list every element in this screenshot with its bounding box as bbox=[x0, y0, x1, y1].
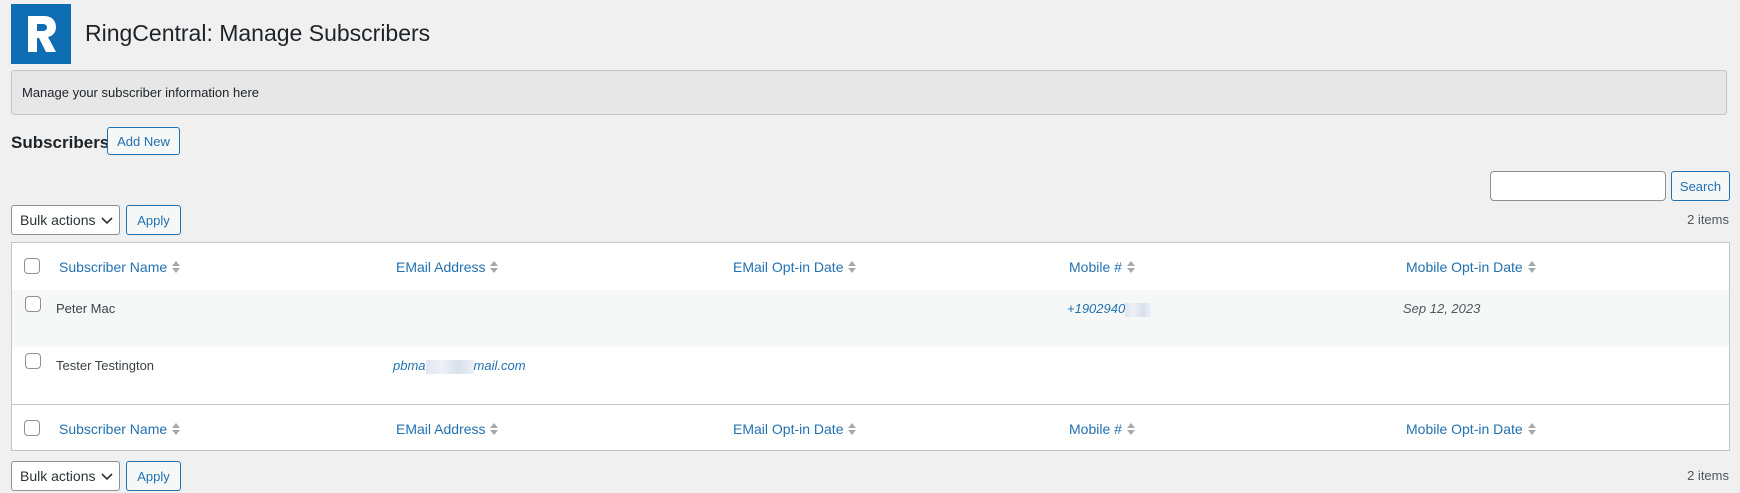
column-label: Mobile Opt-in Date bbox=[1406, 258, 1523, 275]
table-row: Peter Mac +1902940 Sep 12, 2023 bbox=[12, 290, 1729, 347]
select-all-checkbox[interactable] bbox=[24, 420, 40, 436]
column-label: EMail Opt-in Date bbox=[733, 258, 844, 275]
table-footer: Subscriber Name EMail Address EMail Opt-… bbox=[12, 404, 1729, 452]
notice-text: Manage your subscriber information here bbox=[22, 85, 260, 100]
bulk-actions-select[interactable]: Bulk actions bbox=[11, 205, 120, 235]
info-notice: Manage your subscriber information here bbox=[11, 70, 1727, 115]
sort-icon bbox=[1126, 422, 1135, 435]
mobile-number[interactable]: +1902940 bbox=[1067, 301, 1152, 317]
column-label: Subscriber Name bbox=[59, 258, 168, 275]
chevron-down-icon bbox=[101, 212, 113, 228]
mobile-visible: +1902940 bbox=[1067, 301, 1126, 316]
column-header-mobile-optin-date[interactable]: Mobile Opt-in Date bbox=[1406, 421, 1537, 437]
sort-icon bbox=[172, 422, 181, 435]
sort-icon bbox=[490, 260, 499, 273]
redacted-digits bbox=[1125, 302, 1152, 317]
section-heading: Subscribers bbox=[11, 133, 110, 152]
row-checkbox[interactable] bbox=[25, 296, 41, 312]
subscriber-name: Tester Testington bbox=[56, 358, 155, 373]
ringcentral-logo-icon bbox=[11, 4, 71, 64]
mobile-optin-date: Sep 12, 2023 bbox=[1403, 301, 1481, 316]
apply-button[interactable]: Apply bbox=[126, 205, 181, 235]
column-label: EMail Opt-in Date bbox=[733, 420, 844, 437]
column-label: Mobile # bbox=[1069, 420, 1122, 437]
column-header-mobile-optin-date[interactable]: Mobile Opt-in Date bbox=[1406, 259, 1537, 275]
bulk-actions-select-bottom[interactable]: Bulk actions bbox=[11, 461, 120, 491]
sort-icon bbox=[1527, 260, 1536, 273]
search-input[interactable] bbox=[1490, 171, 1666, 201]
column-header-subscriber-name[interactable]: Subscriber Name bbox=[59, 421, 181, 437]
sort-icon bbox=[848, 422, 857, 435]
column-header-email-address[interactable]: EMail Address bbox=[396, 259, 499, 275]
search-button[interactable]: Search bbox=[1671, 171, 1730, 201]
sort-icon bbox=[1126, 260, 1135, 273]
page-title: RingCentral: Manage Subscribers bbox=[85, 20, 431, 46]
column-header-subscriber-name[interactable]: Subscriber Name bbox=[59, 259, 181, 275]
email-address[interactable]: pbma mail.com bbox=[393, 358, 526, 374]
bulk-actions-label: Bulk actions bbox=[20, 468, 96, 484]
row-checkbox[interactable] bbox=[25, 353, 41, 369]
redacted-email-part bbox=[425, 359, 474, 374]
column-label: EMail Address bbox=[396, 258, 486, 275]
bulk-actions-label: Bulk actions bbox=[20, 212, 96, 228]
column-label: Subscriber Name bbox=[59, 420, 168, 437]
column-header-email-optin-date[interactable]: EMail Opt-in Date bbox=[733, 259, 857, 275]
select-all-checkbox[interactable] bbox=[24, 258, 40, 274]
column-label: EMail Address bbox=[396, 420, 486, 437]
column-header-mobile[interactable]: Mobile # bbox=[1069, 259, 1136, 275]
table-row: Tester Testington pbma mail.com bbox=[12, 347, 1729, 404]
column-header-email-address[interactable]: EMail Address bbox=[396, 421, 499, 437]
table-header: Subscriber Name EMail Address EMail Opt-… bbox=[12, 243, 1729, 291]
apply-button-bottom[interactable]: Apply bbox=[126, 461, 181, 491]
sort-icon bbox=[490, 422, 499, 435]
column-header-mobile[interactable]: Mobile # bbox=[1069, 421, 1136, 437]
column-label: Mobile # bbox=[1069, 258, 1122, 275]
sort-icon bbox=[172, 260, 181, 273]
add-new-button[interactable]: Add New bbox=[107, 127, 180, 155]
email-visible-suffix: mail.com bbox=[473, 358, 526, 373]
items-count-bottom: 2 items bbox=[1687, 468, 1729, 483]
sort-icon bbox=[1527, 422, 1536, 435]
email-visible-prefix: pbma bbox=[393, 358, 426, 373]
items-count: 2 items bbox=[1687, 212, 1729, 227]
subscriber-name: Peter Mac bbox=[56, 301, 116, 316]
sort-icon bbox=[848, 260, 857, 273]
subscribers-table: Subscriber Name EMail Address EMail Opt-… bbox=[11, 242, 1730, 451]
column-header-email-optin-date[interactable]: EMail Opt-in Date bbox=[733, 421, 857, 437]
chevron-down-icon bbox=[101, 468, 113, 484]
column-label: Mobile Opt-in Date bbox=[1406, 420, 1523, 437]
